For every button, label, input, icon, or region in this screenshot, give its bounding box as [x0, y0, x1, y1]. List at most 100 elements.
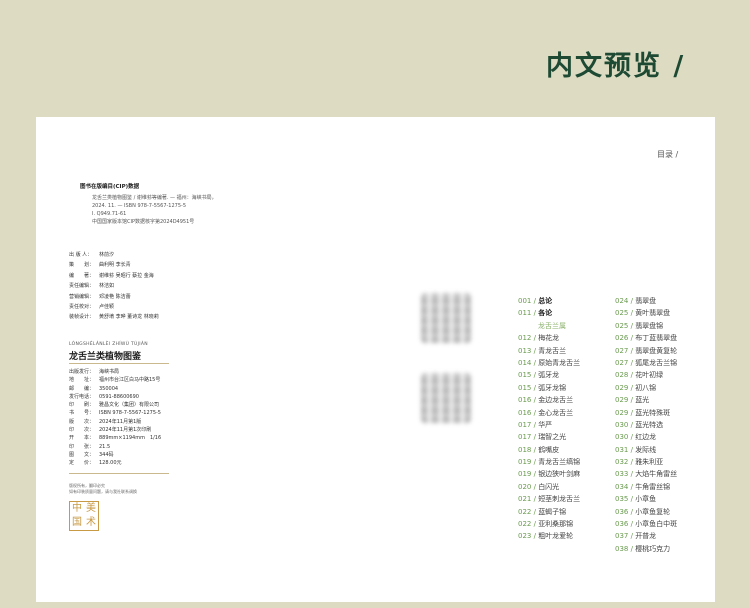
cip-line: Ⅰ. Q949.71-61 [92, 211, 127, 217]
credit-key: 责任编辑： [69, 283, 95, 290]
toc-entry-title: 红边龙 [635, 433, 657, 442]
toc-entry: 018 / 鹤嘴皮 [518, 444, 580, 456]
toc-entry-title: 蓝光 [635, 396, 650, 405]
toc-page-number: 017 [518, 420, 532, 429]
toc-entry-title: 蓝光特选 [635, 420, 664, 429]
toc-entry-title: 初八锦 [635, 383, 657, 392]
toc-entry: 014 / 原始青龙舌兰 [518, 357, 580, 369]
toc-entry-title: 蓝蝎子锦 [538, 507, 567, 516]
toc-entry-title: 小章鱼 [635, 495, 657, 504]
cip-line: 龙舌兰类植物图鉴 / 谢维荪等编著. — 福州：海峡书局， [92, 195, 217, 201]
credit-key: 责任校对： [69, 303, 95, 310]
toc-entry-title: 金心龙舌兰 [538, 408, 574, 417]
toc-page-number: 011 [518, 309, 532, 318]
toc-entry: 026 / 布丁蓝翡翠盘 [615, 332, 677, 344]
toc-entry: 029 / 蓝光特殊斑 [615, 407, 677, 419]
toc-page-number: 023 [518, 532, 532, 541]
toc-section: 龙舌兰属 [518, 320, 580, 332]
toc-entry: 027 / 翡翠盘黄复轮 [615, 345, 677, 357]
book-title-pinyin: LÓNGSHÉLÁNLÈI ZHÍWÙ TÚJIÀN [69, 342, 148, 347]
credit-value: 林洁如 [99, 283, 115, 290]
toc-entry-title: 青龙舌兰 [538, 346, 567, 355]
notice-line: 如有印装质量问题，请与我社联系调换 [69, 489, 137, 494]
toc-entry: 029 / 蓝光 [615, 394, 677, 406]
pub-key: 地 址： [69, 377, 95, 384]
pub-row: 发行电话： 0591-88600690 [69, 393, 161, 401]
publisher-seal-logo: 中 美 国 术 [69, 501, 99, 531]
pub-row: 地 址： 福州市台江区白马中路15号 [69, 376, 161, 384]
toc-entry-title: 花叶初绿 [635, 371, 664, 380]
toc-entry-title: 小章鱼复轮 [635, 507, 671, 516]
pub-key: 印 次： [69, 427, 95, 434]
toc-page-number: 015 [518, 383, 532, 392]
cip-line: 中国国家版本馆CIP数据核字第2024D4951号 [92, 219, 195, 225]
pub-value: 2024年11月第1次印刷 [99, 427, 152, 434]
toc-entry: 019 / 青龙舌兰缟锦 [518, 456, 580, 468]
cip-line: 2024. 11. — ISBN 978-7-5567-1275-5 [92, 203, 187, 209]
toc-entry-title: 亚利桑那锦 [538, 520, 574, 529]
toc-page-number: 022 [518, 520, 532, 529]
toc-entry: 020 / 白闪光 [518, 481, 580, 493]
pub-value: 0591-88600690 [99, 393, 139, 400]
toc-entry: 017 / 华严 [518, 419, 580, 431]
pub-key: 图 文： [69, 451, 95, 458]
toc-entry: 022 / 蓝蝎子锦 [518, 506, 580, 518]
seal-char: 中 [72, 503, 82, 514]
toc-entry: 024 / 翡翠盘 [615, 295, 677, 307]
toc-entry: 023 / 粗叶龙爱轮 [518, 530, 580, 542]
toc-page-number: 012 [518, 334, 532, 343]
toc-entry: 038 / 樱桃巧克力 [615, 543, 677, 555]
toc-entry: 033 / 大焰牛角雷丝 [615, 468, 677, 480]
pub-key: 发行电话： [69, 393, 95, 400]
publication-info: 出版发行： 海峡书局 地 址： 福州市台江区白马中路15号 邮 编： 350004 发… [69, 368, 161, 468]
toc-entry: 013 / 青龙舌兰 [518, 345, 580, 357]
pub-key: 邮 编： [69, 385, 95, 392]
toc-entry: 015 / 弧牙龙 [518, 369, 580, 381]
toc-page-number: 018 [518, 445, 532, 454]
credits-list: 出 版 人： 林前汐 策 划： 曲利明 李长青 编 著： 谢维荪 吴昭行 蔡拉 金海 … [69, 250, 159, 323]
toc-entry: 022 / 亚利桑那锦 [518, 518, 580, 530]
toc-entry-title: 粗叶龙爱轮 [538, 532, 574, 541]
toc-entry: 025 / 翡翠盘锦 [615, 320, 677, 332]
toc-entry: 012 / 梅花龙 [518, 332, 580, 344]
pub-value: 344码 [99, 451, 114, 458]
toc-entry-title: 翡翠盘黄复轮 [635, 346, 678, 355]
toc-page-number: 014 [518, 358, 532, 367]
toc-entry-title: 金边龙舌兰 [538, 396, 574, 405]
toc-entry: 029 / 初八锦 [615, 382, 677, 394]
credit-row: 装帧设计： 黄舒堉 李晔 董诗龙 林晓莉 [69, 312, 159, 322]
toc-page-number: 019 [518, 470, 532, 479]
pub-key: 出版发行： [69, 369, 95, 375]
toc-page-number: 022 [518, 507, 532, 516]
credit-row: 策 划： 曲利明 李长青 [69, 260, 159, 270]
seal-char: 国 [72, 517, 82, 528]
pub-value: 2024年11月第1版 [99, 418, 142, 425]
toc-entry-title: 翡翠盘 [635, 297, 657, 305]
toc-entry-title: 瑞智之光 [538, 433, 567, 442]
credit-row: 编 著： 谢维荪 吴昭行 蔡拉 金海 [69, 271, 159, 281]
toc-page-number: 024 [615, 297, 629, 305]
credit-key: 装帧设计： [69, 314, 95, 321]
toc-entry: 016 / 金心龙舌兰 [518, 407, 580, 419]
credit-value: 黄舒堉 李晔 董诗龙 林晓莉 [99, 314, 159, 321]
copyright-notice: 版权所有，翻印必究 如有印装质量问题，请与我社联系调换 [69, 483, 137, 495]
pub-value: 21.5 [99, 443, 111, 450]
toc-page-number: 033 [615, 470, 629, 479]
toc-page-number: 013 [518, 346, 532, 355]
pub-key: 开 本： [69, 435, 95, 442]
toc-entry-title: 弧牙龙锦 [538, 383, 567, 392]
toc-page-number: 019 [518, 458, 532, 467]
toc-column-1: 001 / 总论 011 / 各论 龙舌兰属 012 / 梅花龙 013 / 青龙舌兰 0… [518, 295, 580, 543]
toc-page-number: 001 [518, 297, 532, 305]
pub-key: 版 次： [69, 418, 95, 425]
toc-entry-title: 青龙舌兰缟锦 [538, 458, 581, 467]
credit-key: 编 著： [69, 272, 95, 279]
toc-entry-title: 梅花龙 [538, 334, 560, 343]
pub-row: 版 次： 2024年11月第1版 [69, 418, 161, 426]
toc-entry-title: 黄叶翡翠盘 [635, 309, 671, 318]
toc-page-number: 029 [615, 383, 629, 392]
toc-entry: 025 / 黄叶翡翠盘 [615, 307, 677, 319]
toc-entry-title: 各论 [538, 309, 553, 318]
toc-page-number: 027 [615, 346, 629, 355]
pub-row: 印 刷： 雅昌文化（集团）有限公司 [69, 401, 161, 409]
